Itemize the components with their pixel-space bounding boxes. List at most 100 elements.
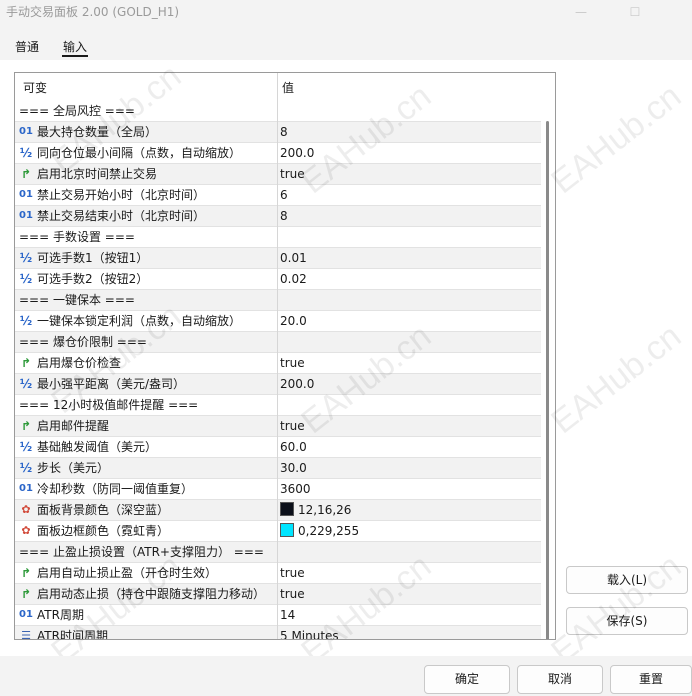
input-row[interactable]: ✿ 面板背景颜色（深空蓝） 12,16,26 (15, 500, 541, 521)
row-name-cell: ½ 最小强平距离（美元/盎司） (18, 374, 276, 394)
row-value: 14 (280, 608, 296, 622)
row-value-cell[interactable]: 30.0 (280, 458, 307, 478)
input-row[interactable]: ☰ ATR时间周期 5 Minutes (15, 626, 541, 639)
row-name-cell: === 一键保本 === (19, 290, 277, 310)
row-value-cell[interactable]: true (280, 584, 305, 604)
input-row[interactable]: ½ 最小强平距离（美元/盎司） 200.0 (15, 374, 541, 395)
row-name-cell: 01 最大持仓数量（全局） (18, 122, 276, 142)
row-value-cell[interactable]: 14 (280, 605, 295, 625)
double-icon: ½ (19, 146, 33, 160)
input-row[interactable]: 01 禁止交易开始小时（北京时间） 6 (15, 185, 541, 206)
row-label: 基础触发阈值（美元） (37, 440, 158, 454)
color-swatch[interactable] (280, 523, 294, 537)
row-value-cell[interactable]: 0.02 (280, 269, 307, 289)
scrollbar-thumb[interactable] (546, 121, 549, 639)
section-header-row[interactable]: === 全局风控 === (15, 101, 541, 122)
section-header-row[interactable]: === 爆仓价限制 === (15, 332, 541, 353)
row-label: 启用爆仓价检查 (37, 356, 122, 370)
load-button[interactable]: 载入(L) (566, 566, 688, 594)
input-row[interactable]: 01 冷却秒数（防同一阈值重复） 3600 (15, 479, 541, 500)
row-name-cell: ½ 同向仓位最小间隔（点数，自动缩放） (18, 143, 276, 163)
row-value-cell[interactable]: true (280, 416, 305, 436)
row-value: 200.0 (280, 146, 315, 160)
row-name-cell: === 手数设置 === (19, 227, 277, 247)
row-value-cell[interactable]: 5 Minutes (280, 626, 339, 639)
input-row[interactable]: ↱ 启用爆仓价检查 true (15, 353, 541, 374)
row-value-cell[interactable]: true (280, 353, 305, 373)
row-name-cell: 01 禁止交易开始小时（北京时间） (18, 185, 276, 205)
row-value-cell[interactable]: 60.0 (280, 437, 307, 457)
input-row[interactable]: ↱ 启用北京时间禁止交易 true (15, 164, 541, 185)
row-value-cell[interactable]: true (280, 164, 305, 184)
input-row[interactable]: ↱ 启用动态止损（持仓中跟随支撑阻力移动） true (15, 584, 541, 605)
row-value-cell[interactable]: true (280, 563, 305, 583)
input-row[interactable]: ½ 可选手数1（按钮1） 0.01 (15, 248, 541, 269)
row-label: === 手数设置 === (19, 230, 135, 244)
maximize-icon[interactable]: ☐ (612, 0, 658, 24)
row-value-cell[interactable]: 200.0 (280, 374, 314, 394)
row-label: ATR周期 (37, 608, 84, 622)
row-value: true (280, 419, 305, 433)
row-value: 0,229,255 (298, 524, 360, 538)
row-value: 0.02 (280, 272, 307, 286)
inputs-grid: 可变 值 === 全局风控 === 01 最大持仓数量（全局） 8 ½ 同向仓位最小间隔（… (14, 72, 556, 640)
minimize-icon[interactable]: — (558, 0, 604, 24)
column-header-variable[interactable]: 可变 (23, 79, 47, 96)
input-row[interactable]: 01 禁止交易结束小时（北京时间） 8 (15, 206, 541, 227)
input-row[interactable]: ½ 基础触发阈值（美元） 60.0 (15, 437, 541, 458)
row-label: 冷却秒数（防同一阈值重复） (37, 482, 194, 496)
row-value-cell[interactable]: 200.0 (280, 143, 314, 163)
row-value-cell[interactable]: 12,16,26 (280, 500, 351, 520)
tab-inputs[interactable]: 输入 (63, 38, 87, 55)
section-header-row[interactable]: === 手数设置 === (15, 227, 541, 248)
row-label: 步长（美元） (37, 461, 110, 475)
row-value-cell[interactable]: 8 (280, 206, 288, 226)
reset-button[interactable]: 重置 (610, 665, 692, 694)
column-divider (277, 584, 278, 605)
column-header-value[interactable]: 值 (282, 79, 294, 96)
input-row[interactable]: ½ 一键保本锁定利润（点数，自动缩放） 20.0 (15, 311, 541, 332)
cancel-button[interactable]: 取消 (517, 665, 603, 694)
int-icon: 01 (19, 189, 33, 200)
column-divider (277, 437, 278, 458)
section-header-row[interactable]: === 止盈止损设置（ATR+支撑阻力） === (15, 542, 541, 563)
row-value-cell[interactable]: 20.0 (280, 311, 307, 331)
input-row[interactable]: ↱ 启用邮件提醒 true (15, 416, 541, 437)
ok-button[interactable]: 确定 (424, 665, 510, 694)
input-row[interactable]: 01 ATR周期 14 (15, 605, 541, 626)
input-row[interactable]: ✿ 面板边框颜色（霓虹青） 0,229,255 (15, 521, 541, 542)
column-divider (277, 122, 278, 143)
input-row[interactable]: ½ 可选手数2（按钮2） 0.02 (15, 269, 541, 290)
column-divider (277, 374, 278, 395)
section-header-row[interactable]: === 12小时极值邮件提醒 === (15, 395, 541, 416)
color-icon: ✿ (21, 524, 31, 537)
row-value-cell[interactable]: 0.01 (280, 248, 307, 268)
grid-rows: === 全局风控 === 01 最大持仓数量（全局） 8 ½ 同向仓位最小间隔（点数，自动… (15, 101, 541, 639)
row-value-cell[interactable]: 3600 (280, 479, 311, 499)
column-divider[interactable] (277, 73, 278, 101)
input-row[interactable]: ½ 同向仓位最小间隔（点数，自动缩放） 200.0 (15, 143, 541, 164)
save-button[interactable]: 保存(S) (566, 607, 688, 635)
row-value-cell[interactable]: 6 (280, 185, 288, 205)
section-header-row[interactable]: === 一键保本 === (15, 290, 541, 311)
tab-common[interactable]: 普通 (15, 38, 39, 55)
input-row[interactable]: 01 最大持仓数量（全局） 8 (15, 122, 541, 143)
int-icon: 01 (19, 483, 33, 494)
row-name-cell: 01 ATR周期 (18, 605, 276, 625)
vertical-scrollbar[interactable] (541, 101, 555, 639)
row-label: 可选手数2（按钮2） (37, 272, 149, 286)
row-name-cell: ½ 可选手数2（按钮2） (18, 269, 276, 289)
input-row[interactable]: ↱ 启用自动止损止盈（开仓时生效） true (15, 563, 541, 584)
row-value: 0.01 (280, 251, 307, 265)
watermark-text: EAHub.cn (544, 317, 689, 442)
color-swatch[interactable] (280, 502, 294, 516)
row-value-cell[interactable]: 8 (280, 122, 288, 142)
column-divider (277, 206, 278, 227)
row-label: 一键保本锁定利润（点数，自动缩放） (37, 314, 242, 328)
row-value-cell[interactable]: 0,229,255 (280, 521, 359, 541)
bool-icon: ↱ (20, 419, 32, 433)
row-name-cell: === 12小时极值邮件提醒 === (19, 395, 277, 415)
row-label: 启用邮件提醒 (37, 419, 110, 433)
row-label: === 爆仓价限制 === (19, 335, 147, 349)
input-row[interactable]: ½ 步长（美元） 30.0 (15, 458, 541, 479)
